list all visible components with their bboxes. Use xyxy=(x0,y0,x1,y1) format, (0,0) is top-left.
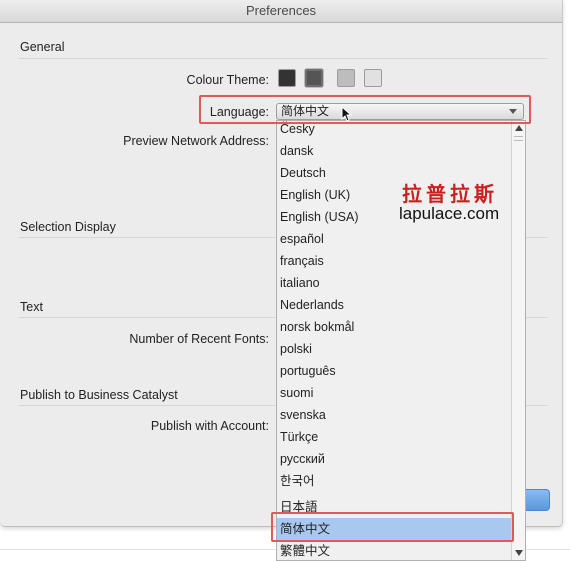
language-option[interactable]: norsk bokmål xyxy=(277,316,511,338)
language-option[interactable]: italiano xyxy=(277,272,511,294)
language-option[interactable]: polski xyxy=(277,338,511,360)
scroll-up-icon[interactable] xyxy=(515,125,523,131)
language-option[interactable]: 한국어 xyxy=(277,470,511,492)
language-option[interactable]: dansk xyxy=(277,140,511,162)
language-option[interactable]: русский xyxy=(277,448,511,470)
colour-theme-label: Colour Theme: xyxy=(186,73,269,87)
watermark-url: lapulace.com xyxy=(399,204,500,223)
section-selection-display: Selection Display xyxy=(20,220,116,234)
mouse-cursor-icon xyxy=(341,106,353,122)
language-option[interactable]: Nederlands xyxy=(277,294,511,316)
colour-theme-swatch-lightest[interactable] xyxy=(364,69,382,87)
colour-theme-swatch-dark[interactable] xyxy=(305,69,323,87)
language-option[interactable]: svenska xyxy=(277,404,511,426)
scrollbar-track-line xyxy=(514,140,523,141)
window-title: Preferences xyxy=(0,0,562,23)
language-highlight-box xyxy=(199,95,531,124)
publish-account-label: Publish with Account: xyxy=(150,419,269,433)
section-divider xyxy=(19,58,548,59)
preview-network-label: Preview Network Address: xyxy=(123,134,269,148)
recent-fonts-label: Number of Recent Fonts: xyxy=(129,332,269,346)
language-option[interactable]: Türkçe xyxy=(277,426,511,448)
section-text: Text xyxy=(20,300,43,314)
dropdown-scrollbar[interactable] xyxy=(511,121,525,560)
selected-option-highlight-box xyxy=(271,512,514,542)
section-general: General xyxy=(20,40,65,54)
language-option[interactable]: 繁體中文 xyxy=(277,540,511,560)
language-option[interactable]: español xyxy=(277,228,511,250)
ok-button[interactable] xyxy=(524,489,550,511)
watermark-chinese: 拉普拉斯 xyxy=(402,182,498,206)
language-option[interactable]: suomi xyxy=(277,382,511,404)
colour-theme-swatch-darkest[interactable] xyxy=(278,69,296,87)
colour-theme-swatch-light[interactable] xyxy=(337,69,355,87)
language-option[interactable]: français xyxy=(277,250,511,272)
scrollbar-track-line xyxy=(514,136,523,137)
language-option[interactable]: português xyxy=(277,360,511,382)
section-publish: Publish to Business Catalyst xyxy=(20,388,178,402)
scroll-down-icon[interactable] xyxy=(515,550,523,556)
